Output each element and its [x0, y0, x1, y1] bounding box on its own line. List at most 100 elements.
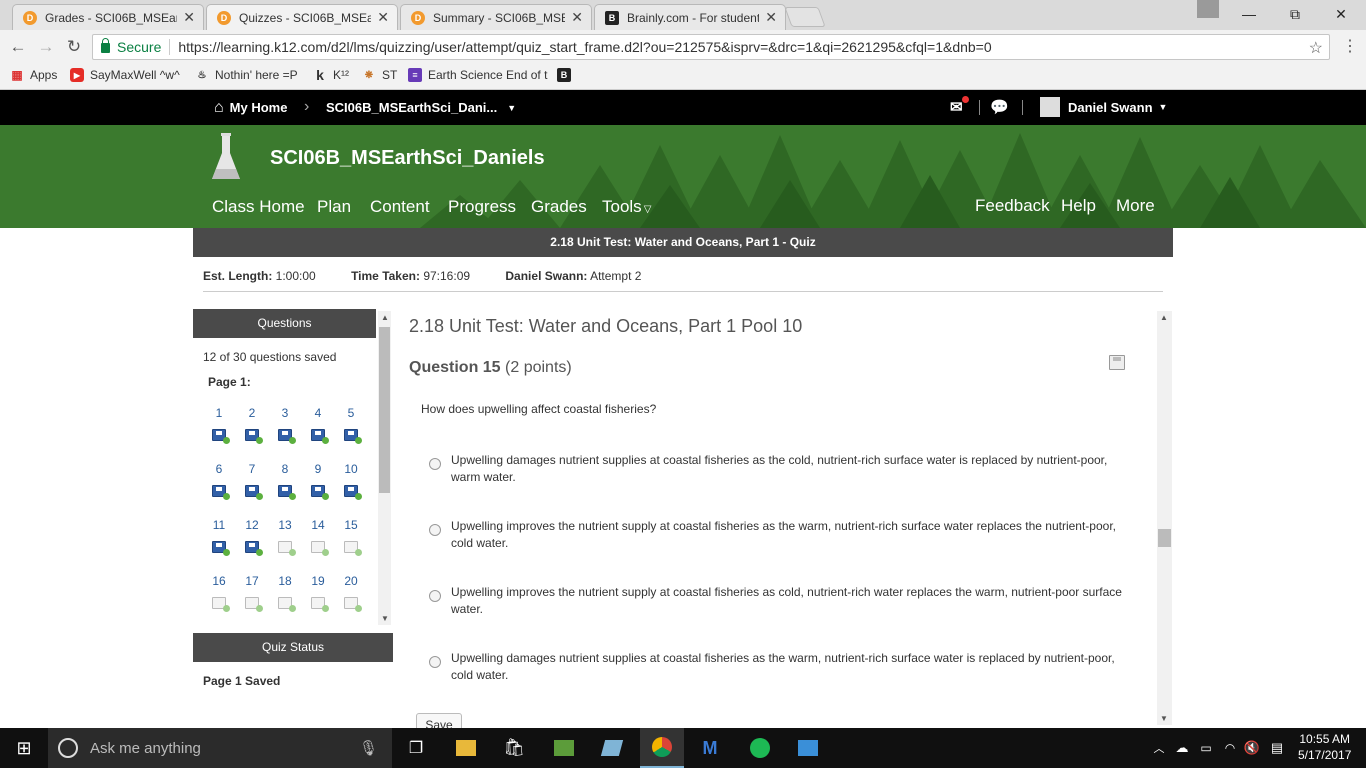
question-number-link[interactable]: 19 — [302, 574, 334, 588]
minecraft-icon[interactable] — [544, 728, 584, 768]
question-number-link[interactable]: 7 — [236, 462, 268, 476]
scroll-down-icon[interactable]: ▼ — [1160, 714, 1168, 723]
close-tab-icon[interactable]: ✕ — [377, 9, 389, 26]
messages-icon[interactable]: 💬 — [990, 98, 1009, 116]
malwarebytes-icon[interactable]: M — [690, 728, 730, 768]
wifi-icon[interactable]: ◠ — [1220, 728, 1240, 768]
scroll-up-icon[interactable]: ▲ — [1160, 313, 1168, 322]
nav-plan[interactable]: Plan — [317, 197, 351, 217]
question-nav-item[interactable]: 11 — [203, 518, 235, 568]
question-number-link[interactable]: 6 — [203, 462, 235, 476]
question-number-link[interactable]: 10 — [335, 462, 367, 476]
microphone-icon[interactable]: 🎙 — [359, 739, 378, 757]
question-nav-item[interactable]: 8 — [269, 462, 301, 512]
url-input[interactable]: Secure https://learning.k12.com/d2l/lms/… — [92, 34, 1330, 60]
browser-tab-active[interactable]: D Quizzes - SCI06B_MSEarthSci ✕ — [206, 4, 398, 30]
file-explorer-icon[interactable] — [446, 728, 486, 768]
nav-progress[interactable]: Progress — [448, 197, 516, 217]
secure-indicator[interactable]: Secure — [101, 38, 161, 55]
question-nav-item[interactable]: 6 — [203, 462, 235, 512]
onedrive-icon[interactable]: ☁ — [1172, 728, 1192, 768]
volume-muted-icon[interactable]: 🔇 — [1242, 728, 1262, 768]
browser-tab[interactable]: D Summary - SCI06B_MSEarthSci ✕ — [400, 4, 592, 30]
nav-more[interactable]: More — [1116, 196, 1155, 216]
browser-menu-icon[interactable]: ⋮ — [1342, 36, 1358, 56]
content-scrollbar[interactable]: ▲ ▼ — [1157, 311, 1172, 725]
minimize-icon[interactable]: — — [1226, 0, 1272, 28]
chevron-up-icon[interactable]: ︿ — [1150, 728, 1168, 768]
bookmark-item[interactable]: ♨ Nothin' here =P — [195, 68, 298, 82]
notes-icon[interactable] — [592, 728, 632, 768]
nav-grades[interactable]: Grades — [531, 197, 587, 217]
question-nav-item[interactable]: 9 — [302, 462, 334, 512]
nav-help[interactable]: Help — [1061, 196, 1096, 216]
question-nav-item[interactable]: 2 — [236, 406, 268, 456]
new-tab-button[interactable] — [784, 7, 826, 27]
radio-button[interactable] — [429, 656, 441, 668]
question-nav-item[interactable]: 7 — [236, 462, 268, 512]
browser-tab[interactable]: B Brainly.com - For students ✕ — [594, 4, 786, 30]
store-icon[interactable]: 🛍 — [494, 728, 534, 768]
spotify-icon[interactable] — [740, 728, 780, 768]
question-nav-item[interactable]: 1 — [203, 406, 235, 456]
back-icon[interactable]: ← — [6, 36, 30, 58]
question-nav-item[interactable]: 14 — [302, 518, 334, 568]
question-number-link[interactable]: 4 — [302, 406, 334, 420]
question-number-link[interactable]: 12 — [236, 518, 268, 532]
question-nav-item[interactable]: 4 — [302, 406, 334, 456]
close-tab-icon[interactable]: ✕ — [183, 9, 195, 26]
bookmark-item[interactable]: ≡ Earth Science End of t — [408, 68, 547, 82]
question-nav-item[interactable]: 12 — [236, 518, 268, 568]
bookmark-item[interactable]: k K¹² — [313, 67, 349, 83]
question-nav-item[interactable]: 19 — [302, 574, 334, 624]
question-nav-item[interactable]: 5 — [335, 406, 367, 456]
bookmark-item[interactable]: ❋ ST — [362, 68, 398, 82]
browser-tab[interactable]: D Grades - SCI06B_MSEarthSci ✕ — [12, 4, 204, 30]
bookmark-star-icon[interactable]: ☆ — [1309, 38, 1323, 58]
nav-content[interactable]: Content — [370, 197, 430, 217]
bookmark-item[interactable]: ▶ SayMaxWell ^w^ — [70, 68, 180, 82]
close-tab-icon[interactable]: ✕ — [765, 9, 777, 26]
forward-icon[interactable]: → — [34, 36, 58, 58]
course-selector[interactable]: SCI06B_MSEarthSci_Dani... ▼ — [326, 100, 516, 115]
question-nav-item[interactable]: 10 — [335, 462, 367, 512]
action-center-icon[interactable]: ▤ — [1266, 728, 1288, 768]
question-number-link[interactable]: 5 — [335, 406, 367, 420]
question-number-link[interactable]: 9 — [302, 462, 334, 476]
question-number-link[interactable]: 17 — [236, 574, 268, 588]
profile-icon[interactable] — [1197, 0, 1219, 18]
question-number-link[interactable]: 3 — [269, 406, 301, 420]
bookmark-item[interactable]: B — [557, 68, 577, 82]
remote-desktop-icon[interactable] — [788, 728, 828, 768]
nav-tools[interactable]: Tools ▽ — [602, 197, 651, 217]
my-home-link[interactable]: ⌂ My Home — [214, 99, 287, 115]
scroll-thumb[interactable] — [1158, 529, 1171, 547]
nav-feedback[interactable]: Feedback — [975, 196, 1050, 216]
battery-icon[interactable]: ▭ — [1196, 728, 1216, 768]
task-view-icon[interactable]: ❐ — [396, 728, 436, 768]
question-nav-item[interactable]: 17 — [236, 574, 268, 624]
question-number-link[interactable]: 2 — [236, 406, 268, 420]
question-number-link[interactable]: 18 — [269, 574, 301, 588]
radio-button[interactable] — [429, 458, 441, 470]
bookmark-apps[interactable]: ▦ Apps — [10, 68, 57, 82]
scroll-down-icon[interactable]: ▼ — [381, 614, 389, 623]
question-nav-item[interactable]: 15 — [335, 518, 367, 568]
user-menu[interactable]: Daniel Swann ▼ — [1040, 97, 1167, 117]
question-number-link[interactable]: 14 — [302, 518, 334, 532]
updates-icon[interactable]: ✉ — [950, 96, 969, 116]
chrome-icon[interactable] — [640, 728, 684, 768]
question-number-link[interactable]: 11 — [203, 518, 235, 532]
reload-icon[interactable]: ↻ — [62, 36, 86, 58]
scroll-up-icon[interactable]: ▲ — [381, 313, 389, 322]
question-number-link[interactable]: 16 — [203, 574, 235, 588]
question-nav-item[interactable]: 18 — [269, 574, 301, 624]
question-number-link[interactable]: 1 — [203, 406, 235, 420]
close-tab-icon[interactable]: ✕ — [571, 9, 583, 26]
radio-button[interactable] — [429, 524, 441, 536]
nav-class-home[interactable]: Class Home — [212, 197, 305, 217]
radio-button[interactable] — [429, 590, 441, 602]
question-number-link[interactable]: 15 — [335, 518, 367, 532]
scroll-thumb[interactable] — [379, 327, 390, 493]
system-clock[interactable]: 10:55 AM 5/17/2017 — [1298, 731, 1351, 763]
